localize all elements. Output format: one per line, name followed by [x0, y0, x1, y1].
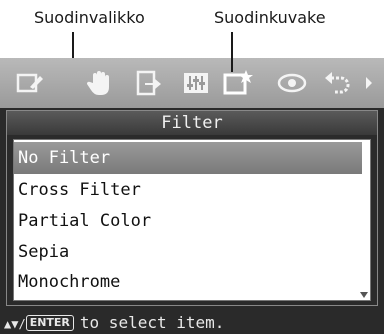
enter-key-badge: ENTER — [25, 315, 74, 331]
callout-filter-menu: Suodinvalikko — [34, 8, 145, 27]
filter-list: No Filter Cross Filter Partial Color Sep… — [13, 139, 371, 301]
filter-option-no-filter[interactable]: No Filter — [14, 142, 362, 174]
up-down-arrows-icon: ▲▼/ — [4, 317, 26, 331]
undo-icon[interactable] — [322, 67, 354, 99]
hand-icon[interactable] — [84, 67, 116, 99]
filter-option-sepia[interactable]: Sepia — [14, 236, 362, 268]
export-icon[interactable] — [132, 67, 164, 99]
filter-option-partial-color[interactable]: Partial Color — [14, 205, 362, 237]
hint-bar: ▲▼/ENTER to select item. — [0, 312, 384, 334]
eye-icon[interactable] — [276, 67, 308, 99]
icon-toolbar — [0, 58, 384, 108]
filter-menu-title: Filter — [7, 111, 377, 135]
filter-menu-panel: Filter No Filter Cross Filter Partial Co… — [6, 110, 378, 306]
filter-icon[interactable] — [222, 67, 254, 99]
scroll-down-icon[interactable] — [360, 292, 368, 298]
filter-option-monochrome[interactable]: Monochrome — [14, 266, 362, 298]
callout-leader-line — [231, 52, 233, 72]
filter-option-cross-filter[interactable]: Cross Filter — [14, 174, 362, 206]
adjust-icon[interactable] — [180, 67, 212, 99]
hint-text: to select item. — [79, 313, 225, 332]
more-arrow-icon[interactable] — [358, 67, 380, 99]
camera-screen: Filter No Filter Cross Filter Partial Co… — [0, 52, 384, 334]
callout-filter-icon: Suodinkuvake — [214, 8, 326, 27]
callout-leader-line — [231, 32, 233, 52]
pencil-icon[interactable] — [14, 67, 46, 99]
